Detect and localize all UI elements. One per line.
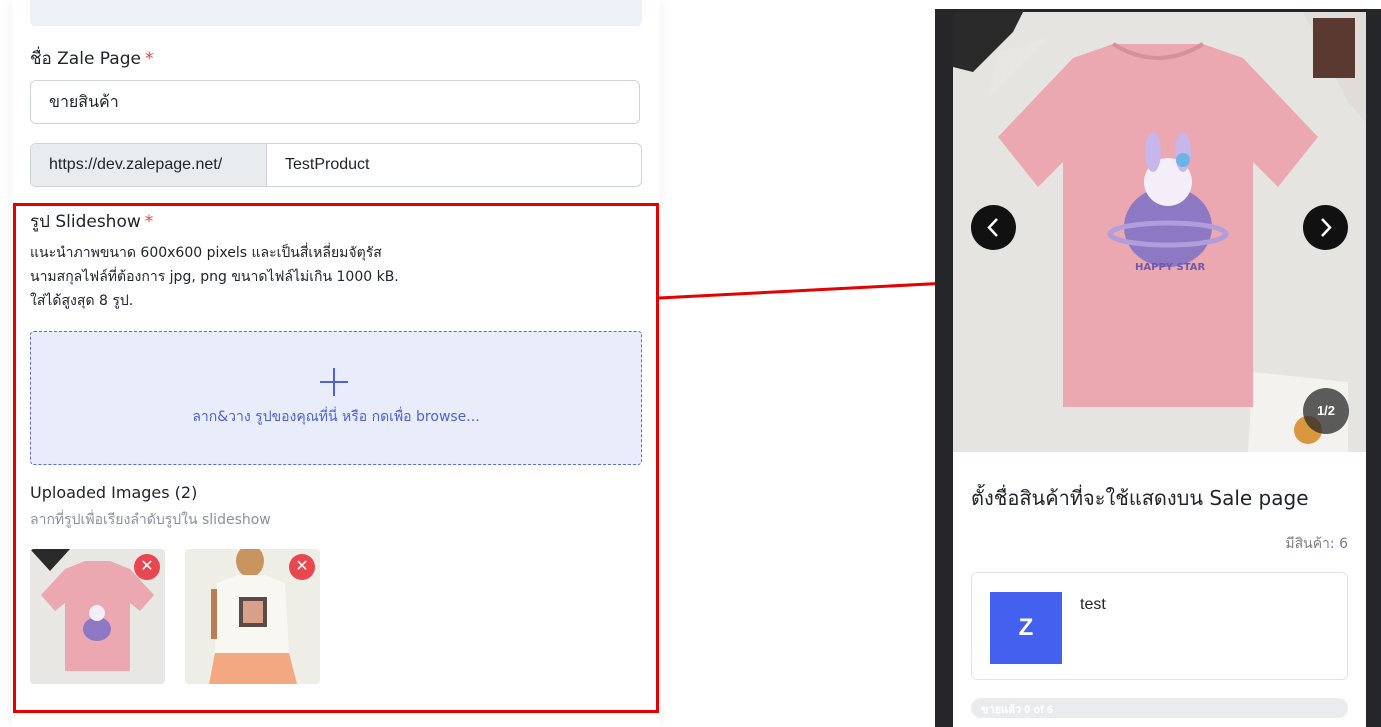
phone-preview: HAPPY STAR 1/2 ตั้งชื่อสินค้าที่จะใช้แสด… xyxy=(953,12,1366,727)
tshirt-print-text: HAPPY STAR xyxy=(1135,262,1205,273)
sold-progress-text: ขายแล้ว 0 of 6 xyxy=(981,704,1053,716)
chevron-left-icon xyxy=(987,218,998,237)
stock-count: มีสินค้า: 6 xyxy=(1285,536,1348,552)
variant-name: test xyxy=(1080,596,1106,613)
slide-prev-button[interactable] xyxy=(971,205,1016,250)
variant-card[interactable]: Z test xyxy=(971,572,1348,680)
chevron-right-icon xyxy=(1321,218,1332,237)
variant-avatar: Z xyxy=(990,592,1062,664)
slide-counter: 1/2 xyxy=(1303,388,1349,434)
slide-next-button[interactable] xyxy=(1303,205,1348,250)
product-title: ตั้งชื่อสินค้าที่จะใช้แสดงบน Sale page xyxy=(971,486,1309,510)
sold-progress-bar: ขายแล้ว 0 of 6 xyxy=(971,698,1348,718)
